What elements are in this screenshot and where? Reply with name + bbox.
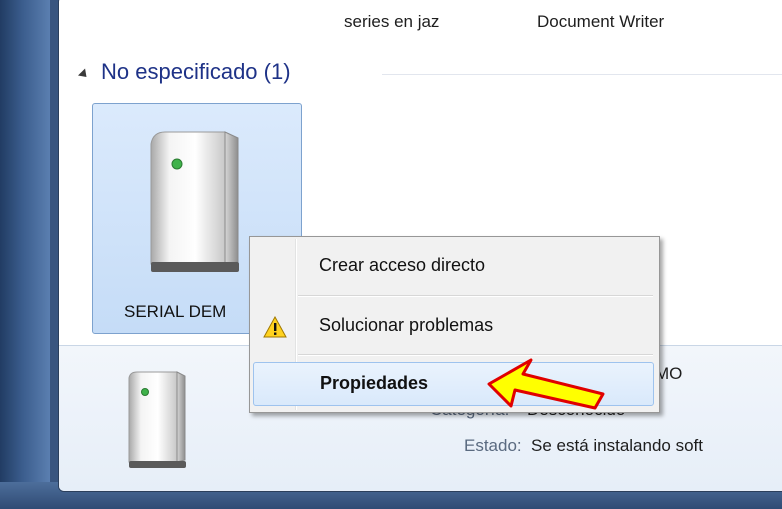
group-title: No especificado (1) xyxy=(101,59,291,84)
device-label-series[interactable]: series en jaz xyxy=(344,12,439,32)
menu-item-troubleshoot[interactable]: Solucionar problemas xyxy=(253,305,654,347)
details-status-value: Se está instalando soft xyxy=(531,436,704,455)
collapse-arrow-icon[interactable] xyxy=(77,67,91,81)
group-divider xyxy=(382,74,782,75)
menu-item-label: Crear acceso directo xyxy=(319,255,486,275)
annotation-arrow-icon xyxy=(487,358,605,410)
group-header-unspecified[interactable]: No especificado (1) xyxy=(77,59,291,85)
window-frame-left xyxy=(0,0,50,509)
menu-separator xyxy=(298,295,653,296)
warning-icon xyxy=(263,316,287,338)
device-name-label: SERIAL DEM xyxy=(124,302,227,321)
device-label-document-writer[interactable]: Document Writer xyxy=(537,12,664,32)
details-status-label: Estado: xyxy=(464,436,522,455)
details-device-icon xyxy=(128,371,186,468)
menu-item-label: Solucionar problemas xyxy=(319,315,494,335)
menu-item-create-shortcut[interactable]: Crear acceso directo xyxy=(253,245,654,287)
menu-item-label: Propiedades xyxy=(320,373,429,393)
